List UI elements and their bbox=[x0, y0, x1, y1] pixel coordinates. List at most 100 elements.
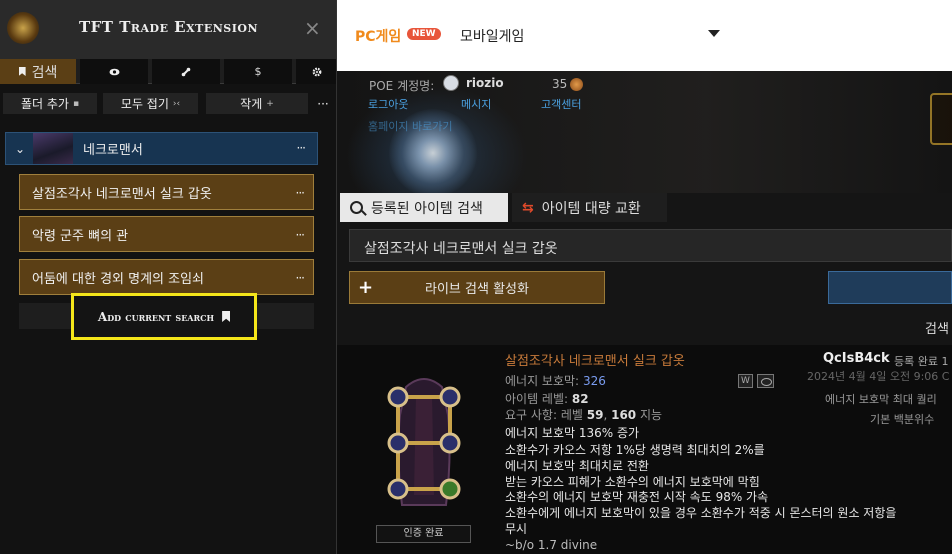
energy-shield-label: 에너지 보호막: bbox=[505, 374, 580, 388]
item-mod: 에너지 보호막 136% 증가 bbox=[505, 426, 640, 440]
account-name[interactable]: riozio bbox=[466, 76, 504, 90]
live-search-label: 라이브 검색 활성화 bbox=[425, 282, 529, 297]
close-icon[interactable]: × bbox=[304, 16, 321, 40]
stat-energy-shield: 에너지 보호막: 326 bbox=[505, 372, 606, 389]
item-mod: 소환수에게 에너지 보호막이 있을 경우 소환수가 적중 시 몬스터의 원소 저… bbox=[505, 506, 897, 520]
add-folder-label: 폴더 추가 bbox=[20, 97, 69, 111]
eye-icon bbox=[109, 68, 119, 75]
live-search-button[interactable]: + 라이브 검색 활성화 bbox=[349, 271, 605, 304]
panel-header: TFT Trade Extension × bbox=[0, 0, 336, 59]
shrink-icon: + bbox=[266, 98, 274, 109]
caret-down-icon[interactable] bbox=[708, 30, 720, 37]
item-search-input[interactable]: 살점조각사 네크로맨서 실크 갑옷 bbox=[349, 229, 952, 262]
bookmark-icon bbox=[18, 67, 26, 76]
listed-date: 2024년 4월 4일 오전 9:06 C bbox=[807, 370, 950, 383]
collapse-all-label: 모두 접기 bbox=[120, 97, 169, 111]
saved-search-label: 살점조각사 네크로맨서 실크 갑옷 bbox=[32, 186, 212, 202]
saved-search-item[interactable]: 어둠에 대한 경외 명계의 조임쇠 ··· bbox=[19, 259, 314, 295]
tab-item-search[interactable]: 등록된 아이템 검색 bbox=[340, 193, 508, 222]
result-row: 인증 완료 살점조각사 네크로맨서 실크 갑옷 에너지 보호막: 326 아이템… bbox=[337, 345, 952, 554]
tab-bulk-exchange-label: 아이템 대량 교환 bbox=[541, 200, 641, 217]
item-level-value: 82 bbox=[571, 392, 589, 406]
add-current-search-label: Add current search bbox=[97, 309, 215, 324]
panel-title: TFT Trade Extension bbox=[79, 18, 258, 36]
requirement-int-label: 지능 bbox=[639, 408, 663, 422]
wiki-button[interactable]: W bbox=[738, 374, 753, 388]
results-heading: 검색 bbox=[925, 322, 949, 337]
requirement-level: 59 bbox=[586, 408, 604, 422]
folder-plus-icon: ▪ bbox=[72, 98, 80, 109]
saved-search-label: 어둠에 대한 경외 명계의 조임쇠 bbox=[32, 271, 205, 287]
new-badge: NEW bbox=[407, 28, 441, 40]
nav-mobile-games[interactable]: 모바일게임 bbox=[460, 26, 524, 46]
search-icon bbox=[350, 201, 363, 214]
more-options-button[interactable]: ··· bbox=[312, 93, 334, 114]
verified-badge: 인증 완료 bbox=[376, 525, 471, 543]
folder-name: 네크로맨서 bbox=[83, 143, 143, 158]
extension-logo bbox=[7, 12, 39, 44]
plus-icon: + bbox=[358, 277, 374, 298]
trade-tabs: 등록된 아이템 검색 ⇆ 아이템 대량 교환 bbox=[340, 193, 952, 222]
requirement-int: 160 bbox=[611, 408, 637, 422]
search-submit-button[interactable] bbox=[828, 271, 952, 304]
saved-search-item[interactable]: 살점조각사 네크로맨서 실크 갑옷 ··· bbox=[19, 174, 314, 210]
folder-avatar bbox=[33, 133, 73, 164]
saved-search-label: 악령 군주 뼈의 관 bbox=[32, 228, 129, 244]
tab-item-search-label: 등록된 아이템 검색 bbox=[371, 200, 483, 217]
item-mod: 소환수가 카오스 저항 1%당 생명력 최대치의 2%를 bbox=[505, 443, 765, 457]
collapse-icon: ›‹ bbox=[172, 98, 181, 109]
tab-watch[interactable] bbox=[80, 59, 148, 84]
homepage-link[interactable]: 홈페이지 바로가기 bbox=[368, 118, 452, 134]
listing-status: 등록 완료 1 bbox=[894, 355, 949, 368]
collapse-all-button[interactable]: 모두 접기 ›‹ bbox=[103, 93, 198, 114]
stat-item-level: 아이템 레벨: 82 bbox=[505, 390, 589, 407]
tab-search[interactable]: 검색 bbox=[0, 59, 76, 84]
compact-label: 작게 bbox=[240, 97, 263, 111]
coin-count: 35 bbox=[552, 77, 568, 91]
item-menu-button[interactable]: ··· bbox=[296, 228, 306, 242]
panel-tabs: 검색 $ bbox=[0, 59, 336, 84]
trade-site: PC게임 NEW 모바일게임 POE 계정명: riozio 35 로그아웃 메… bbox=[337, 0, 952, 554]
top-nav: PC게임 NEW 모바일게임 bbox=[337, 0, 952, 71]
add-current-search-button[interactable]: Add current search bbox=[71, 293, 257, 340]
account-banner: POE 계정명: riozio 35 로그아웃 메시지 고객센터 홈페이지 바로… bbox=[337, 71, 952, 193]
nav-pc-games[interactable]: PC게임 bbox=[355, 26, 401, 46]
panel-toolbar: 폴더 추가 ▪ 모두 접기 ›‹ 작게 + ··· bbox=[0, 89, 336, 117]
compact-button[interactable]: 작게 + bbox=[206, 93, 308, 114]
folder-menu-button[interactable]: ··· bbox=[297, 141, 307, 155]
base-percentile: 기본 백분위수 bbox=[870, 413, 935, 426]
item-level-label: 아이템 레벨: bbox=[505, 392, 569, 406]
message-link[interactable]: 메시지 bbox=[461, 96, 491, 112]
add-folder-button[interactable]: 폴더 추가 ▪ bbox=[3, 93, 97, 114]
tab-sync[interactable] bbox=[152, 59, 220, 84]
tab-price[interactable]: $ bbox=[224, 59, 292, 84]
item-mod: 소환수의 에너지 보호막 재충전 시작 속도 98% 가속 bbox=[505, 490, 769, 504]
item-mod: 무시 bbox=[505, 522, 528, 536]
sync-icon bbox=[181, 67, 191, 76]
eye-icon[interactable] bbox=[757, 374, 774, 388]
stat-requirements: 요구 사항: 레벨 59, 160 지능 bbox=[505, 408, 663, 422]
extension-panel: TFT Trade Extension × 검색 $ 폴더 추가 ▪ 모두 접기… bbox=[0, 0, 337, 554]
item-price: ~b/o 1.7 divine bbox=[505, 538, 598, 552]
logout-link[interactable]: 로그아웃 bbox=[368, 96, 408, 112]
chevron-down-icon[interactable]: ⌄ bbox=[15, 142, 29, 156]
quality-energy-shield: 에너지 보호막 최대 퀄리 bbox=[825, 393, 937, 406]
tab-search-label: 검색 bbox=[31, 64, 58, 81]
support-link[interactable]: 고객센터 bbox=[541, 96, 581, 112]
gear-icon bbox=[312, 67, 321, 76]
item-mod: 에너지 보호막 최대치로 전환 bbox=[505, 459, 649, 473]
item-menu-button[interactable]: ··· bbox=[296, 186, 306, 200]
folder-necromancer[interactable]: ⌄ 네크로맨서 ··· bbox=[5, 132, 318, 165]
tab-settings[interactable] bbox=[296, 59, 336, 84]
tab-bulk-exchange[interactable]: ⇆ 아이템 대량 교환 bbox=[512, 193, 667, 222]
item-menu-button[interactable]: ··· bbox=[296, 271, 306, 285]
emblem-icon bbox=[930, 93, 952, 145]
saved-search-item[interactable]: 악령 군주 뼈의 관 ··· bbox=[19, 216, 314, 252]
requirement-label: 요구 사항: 레벨 bbox=[505, 408, 583, 422]
account-label: POE 계정명: bbox=[369, 79, 435, 93]
armour-item-icon bbox=[387, 378, 461, 506]
coin-icon bbox=[570, 78, 583, 91]
energy-shield-value: 326 bbox=[582, 374, 606, 388]
seller-name[interactable]: QcIsB4ck bbox=[823, 351, 890, 366]
bookmark-icon bbox=[222, 311, 231, 322]
